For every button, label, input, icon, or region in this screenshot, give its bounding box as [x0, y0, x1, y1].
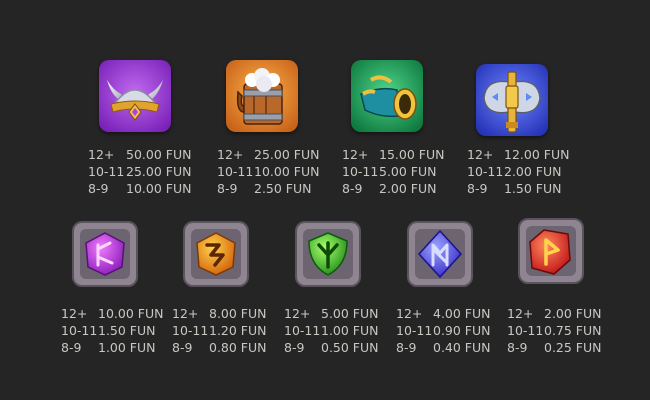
battle-axe-icon — [476, 64, 548, 136]
pay-row: 12+ 8.00 FUN — [172, 305, 267, 322]
war-horn-icon — [351, 60, 423, 132]
pay-row: 10-11 1.20 FUN — [172, 322, 267, 339]
paytable-battle-axe: 12+ 12.00 FUN 10-11 2.00 FUN 8-9 1.50 FUN — [467, 146, 569, 197]
pay-row: 10-11 1.00 FUN — [284, 322, 379, 339]
pay-count: 8-9 — [284, 340, 305, 355]
pay-value: 25.00 FUN — [126, 164, 192, 179]
blue-rune-icon — [405, 219, 475, 289]
pay-row: 8-9 0.40 FUN — [396, 339, 491, 356]
pay-count: 12+ — [88, 147, 115, 162]
pay-value: 10.00 FUN — [254, 164, 320, 179]
pay-value: 1.00 FUN — [321, 323, 379, 338]
pay-count: 8-9 — [217, 181, 238, 196]
pay-value: 1.00 FUN — [98, 340, 156, 355]
pay-value: 15.00 FUN — [379, 147, 445, 162]
pay-count: 12+ — [172, 306, 199, 321]
pay-value: 2.00 FUN — [504, 164, 562, 179]
pay-count: 10-11 — [467, 164, 504, 179]
pay-value: 2.00 FUN — [544, 306, 602, 321]
pay-row: 12+ 5.00 FUN — [284, 305, 379, 322]
pay-row: 10-11 25.00 FUN — [88, 163, 191, 180]
paytable-ale-mug: 12+ 25.00 FUN 10-11 10.00 FUN 8-9 2.50 FUN — [217, 146, 319, 197]
pay-value: 12.00 FUN — [504, 147, 570, 162]
pay-value: 1.50 FUN — [98, 323, 156, 338]
pay-count: 12+ — [467, 147, 494, 162]
green-rune-icon — [293, 219, 363, 289]
pay-count: 8-9 — [172, 340, 193, 355]
pay-row: 8-9 0.80 FUN — [172, 339, 267, 356]
pay-row: 10-11 1.50 FUN — [61, 322, 163, 339]
pay-value: 2.50 FUN — [254, 181, 312, 196]
pay-row: 12+ 50.00 FUN — [88, 146, 191, 163]
pay-value: 0.25 FUN — [544, 340, 602, 355]
pay-row: 10-11 2.00 FUN — [467, 163, 569, 180]
pay-row: 8-9 2.00 FUN — [342, 180, 444, 197]
pay-count: 8-9 — [396, 340, 417, 355]
pay-value: 10.00 FUN — [98, 306, 164, 321]
pay-value: 10.00 FUN — [126, 181, 192, 196]
horned-helmet-icon — [99, 60, 171, 132]
red-rune-icon — [516, 216, 586, 286]
pay-count: 8-9 — [467, 181, 488, 196]
orange-rune-icon — [181, 219, 251, 289]
pay-count: 12+ — [61, 306, 88, 321]
purple-rune-icon — [70, 219, 140, 289]
pay-row: 8-9 0.25 FUN — [507, 339, 602, 356]
pay-row: 12+ 2.00 FUN — [507, 305, 602, 322]
pay-count: 12+ — [217, 147, 244, 162]
pay-value: 5.00 FUN — [379, 164, 437, 179]
ale-mug-icon — [226, 60, 298, 132]
pay-row: 10-11 10.00 FUN — [217, 163, 319, 180]
paytable-blue-rune: 12+ 4.00 FUN 10-11 0.90 FUN 8-9 0.40 FUN — [396, 305, 491, 356]
paytable-green-rune: 12+ 5.00 FUN 10-11 1.00 FUN 8-9 0.50 FUN — [284, 305, 379, 356]
pay-value: 1.50 FUN — [504, 181, 562, 196]
pay-row: 10-11 5.00 FUN — [342, 163, 444, 180]
pay-value: 0.50 FUN — [321, 340, 379, 355]
pay-count: 10-11 — [284, 323, 321, 338]
paytable-purple-rune: 12+ 10.00 FUN 10-11 1.50 FUN 8-9 1.00 FUN — [61, 305, 163, 356]
pay-count: 8-9 — [342, 181, 363, 196]
pay-row: 8-9 1.50 FUN — [467, 180, 569, 197]
pay-row: 10-11 0.90 FUN — [396, 322, 491, 339]
pay-row: 10-11 0.75 FUN — [507, 322, 602, 339]
pay-value: 2.00 FUN — [379, 181, 437, 196]
pay-count: 8-9 — [61, 340, 82, 355]
paytable-horned-helmet: 12+ 50.00 FUN 10-11 25.00 FUN 8-9 10.00 FUN — [88, 146, 191, 197]
pay-count: 10-11 — [61, 323, 98, 338]
pay-count: 12+ — [507, 306, 534, 321]
pay-row: 12+ 15.00 FUN — [342, 146, 444, 163]
pay-value: 50.00 FUN — [126, 147, 192, 162]
pay-count: 10-11 — [88, 164, 125, 179]
pay-row: 8-9 2.50 FUN — [217, 180, 319, 197]
pay-value: 0.40 FUN — [433, 340, 491, 355]
pay-value: 0.90 FUN — [433, 323, 491, 338]
paytable-war-horn: 12+ 15.00 FUN 10-11 5.00 FUN 8-9 2.00 FUN — [342, 146, 444, 197]
pay-count: 12+ — [396, 306, 423, 321]
pay-count: 8-9 — [88, 181, 109, 196]
pay-count: 12+ — [284, 306, 311, 321]
pay-row: 8-9 1.00 FUN — [61, 339, 163, 356]
pay-value: 0.75 FUN — [544, 323, 602, 338]
paytable-red-rune: 12+ 2.00 FUN 10-11 0.75 FUN 8-9 0.25 FUN — [507, 305, 602, 356]
pay-value: 8.00 FUN — [209, 306, 267, 321]
pay-value: 4.00 FUN — [433, 306, 491, 321]
pay-row: 12+ 25.00 FUN — [217, 146, 319, 163]
pay-row: 12+ 4.00 FUN — [396, 305, 491, 322]
paytable-orange-rune: 12+ 8.00 FUN 10-11 1.20 FUN 8-9 0.80 FUN — [172, 305, 267, 356]
pay-row: 12+ 12.00 FUN — [467, 146, 569, 163]
pay-count: 12+ — [342, 147, 369, 162]
pay-count: 10-11 — [396, 323, 433, 338]
pay-count: 10-11 — [172, 323, 209, 338]
pay-value: 5.00 FUN — [321, 306, 379, 321]
pay-value: 25.00 FUN — [254, 147, 320, 162]
pay-count: 10-11 — [217, 164, 254, 179]
pay-count: 8-9 — [507, 340, 528, 355]
pay-count: 10-11 — [342, 164, 379, 179]
pay-value: 1.20 FUN — [209, 323, 267, 338]
pay-row: 8-9 10.00 FUN — [88, 180, 191, 197]
pay-count: 10-11 — [507, 323, 544, 338]
pay-row: 12+ 10.00 FUN — [61, 305, 163, 322]
pay-row: 8-9 0.50 FUN — [284, 339, 379, 356]
pay-value: 0.80 FUN — [209, 340, 267, 355]
